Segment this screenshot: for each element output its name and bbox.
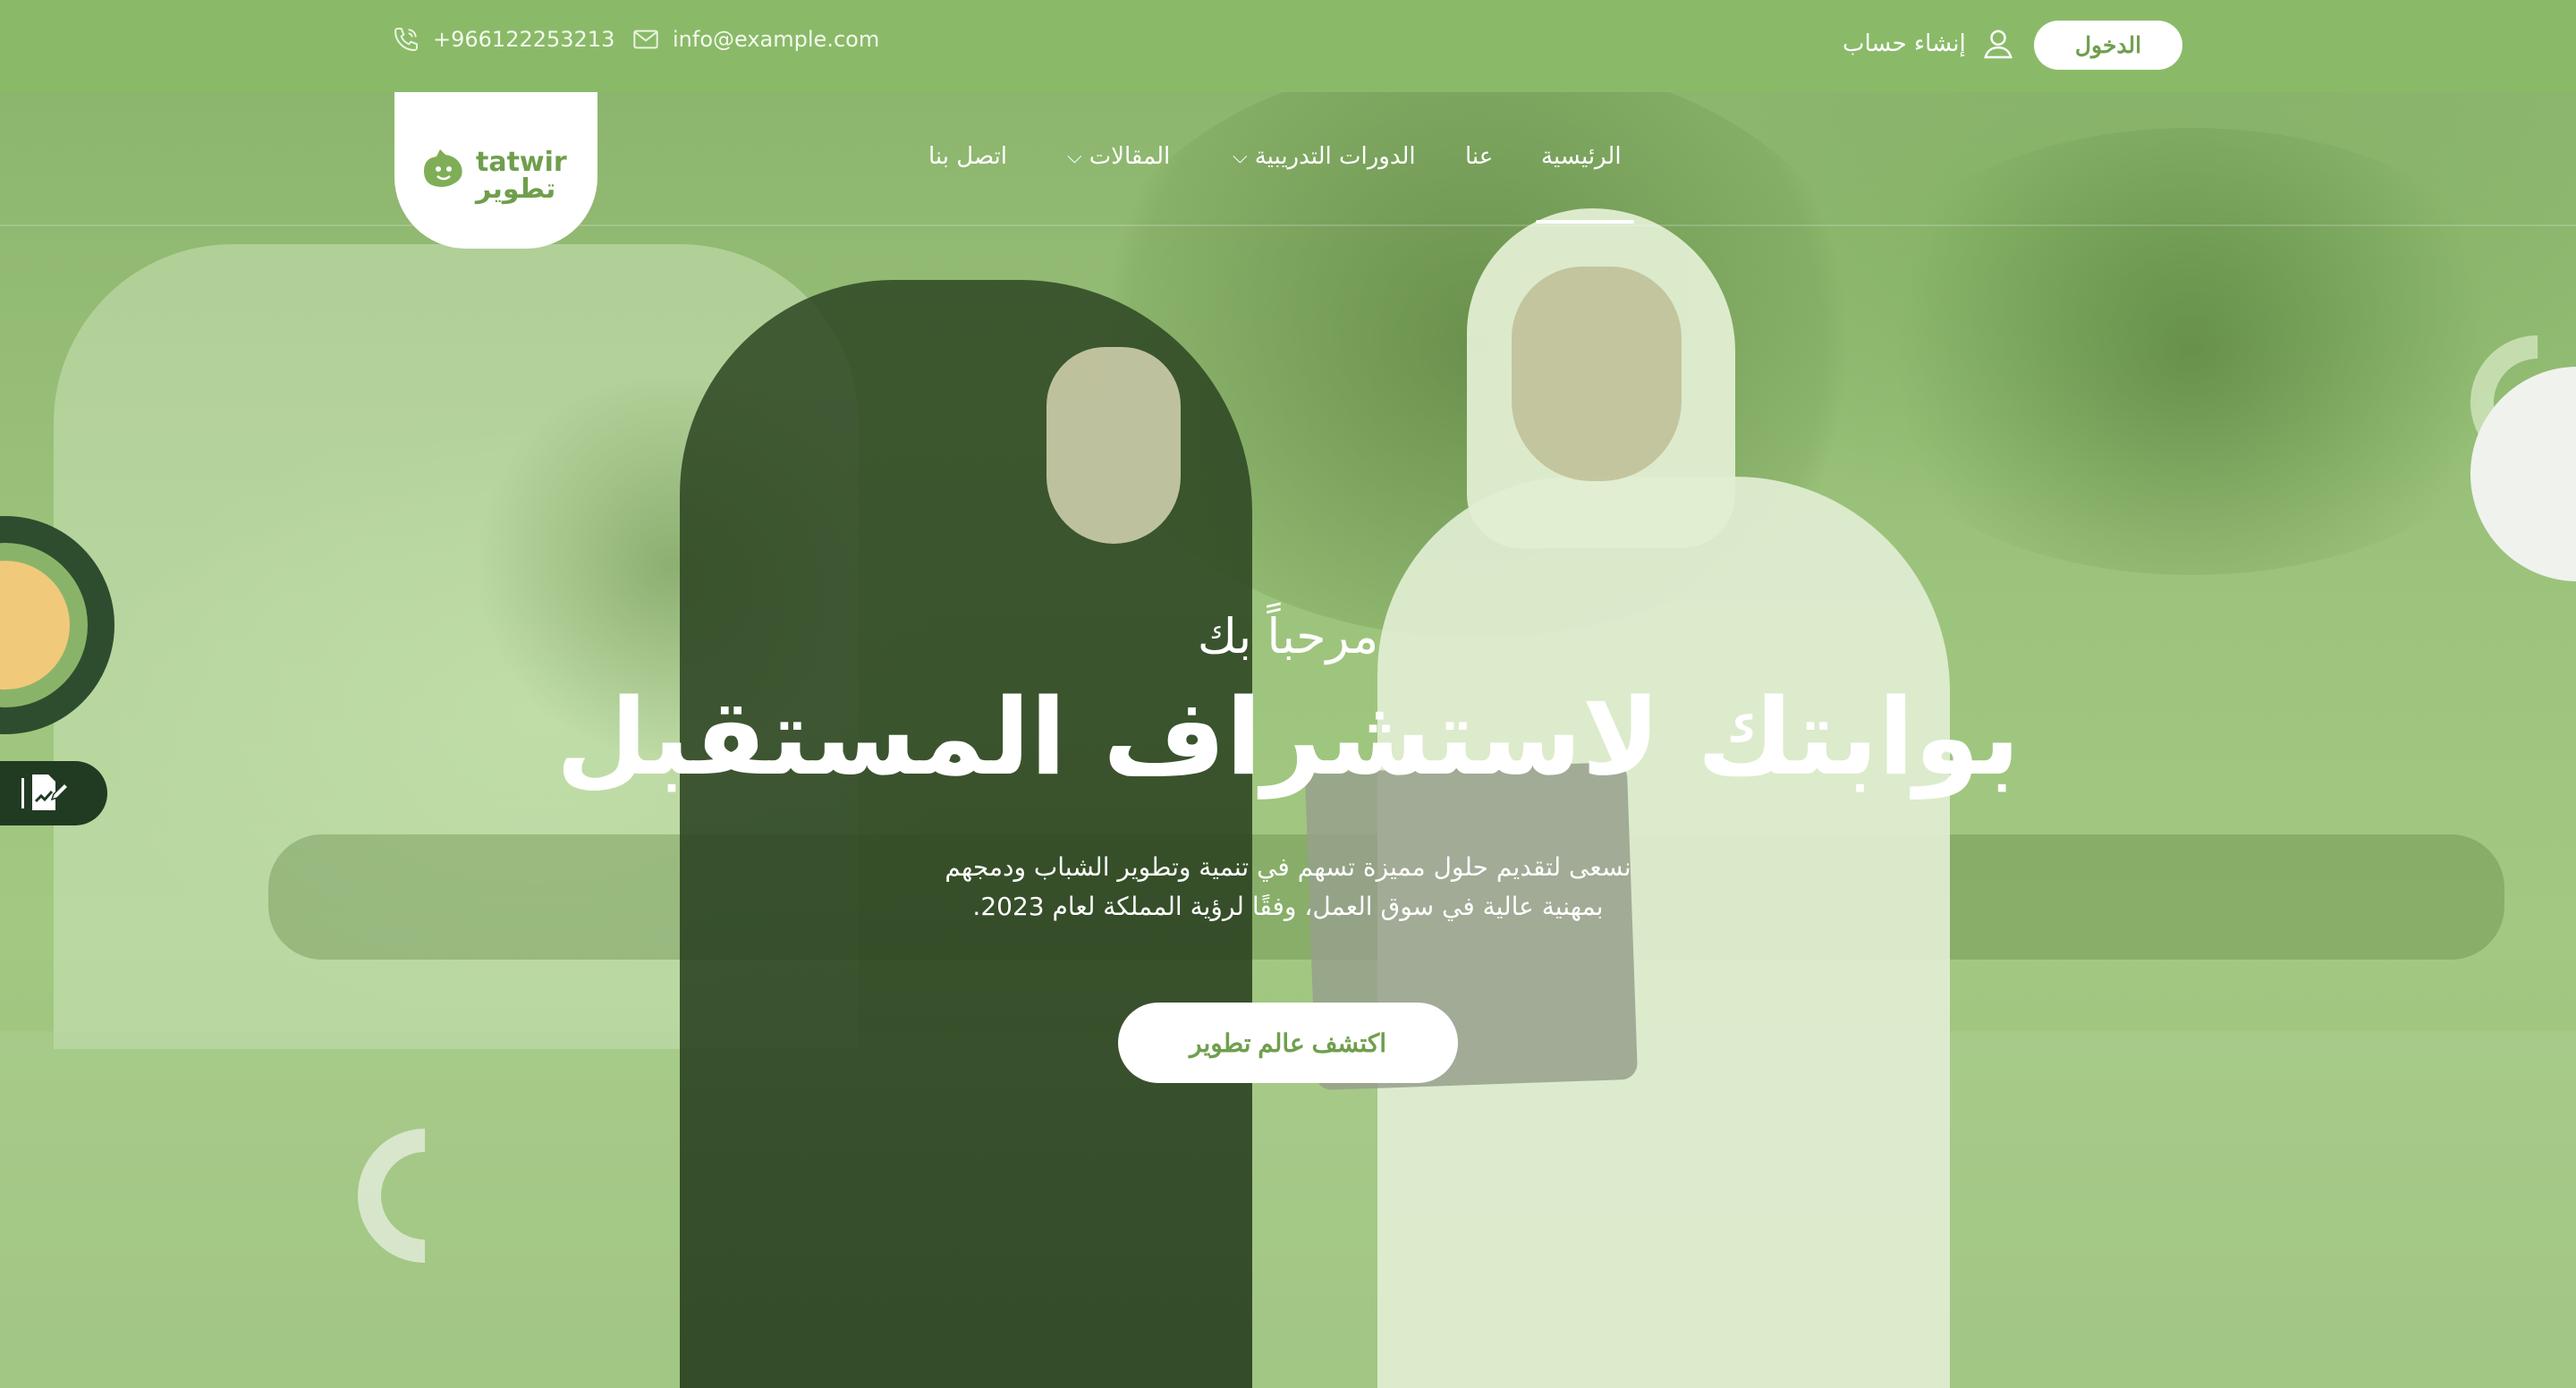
email-contact[interactable]: info@example.com [631,21,879,57]
nav-divider [0,224,2576,226]
hero-headline: بوابتك لاستشراف المستقبل [555,675,2021,799]
hero-description-line: نسعى لتقديم حلول مميزة تسهم في تنمية وتط… [945,852,1631,882]
nav-item-about[interactable]: عنا [1465,134,1493,179]
side-edit-tab[interactable] [0,761,107,825]
site-logo[interactable]: tatwir تطوير [394,92,597,249]
user-icon [1983,30,2012,59]
nav-item-label: اتصل بنا [928,143,1007,170]
nav-item-label: عنا [1465,143,1494,170]
email-address: info@example.com [673,27,880,52]
top-bar: +966122253213 info@example.com إنشاء حسا… [0,0,2576,92]
register-label: إنشاء حساب [1843,30,1966,57]
nav-item-label: الرئيسية [1541,143,1622,170]
nav-item-label: الدورات التدريبية [1254,143,1416,170]
nav-item-articles[interactable]: ⌵ المقالات [1067,134,1170,179]
phone-contact[interactable]: +966122253213 [392,21,614,57]
nav-item-courses[interactable]: ⌵ الدورات التدريبية [1233,134,1416,179]
edit-document-icon [21,774,70,810]
nav-item-home[interactable]: الرئيسية [1541,134,1622,179]
nav-active-indicator [1536,220,1634,224]
logo-arabic-text: تطوير [474,174,555,205]
login-button[interactable]: الدخول [2034,21,2182,70]
chevron-down-icon: ⌵ [1233,145,1248,168]
envelope-icon [633,30,658,49]
hero-welcome: مرحباً بك [1197,608,1379,664]
hero-description-line: بمهنية عالية في سوق العمل، وفقًا لرؤية ا… [972,892,1604,921]
chevron-down-icon: ⌵ [1067,145,1082,168]
background-tree [1834,128,2549,575]
register-link[interactable]: إنشاء حساب [1843,23,2016,64]
tatwir-logo-icon: tatwir تطوير [423,147,566,205]
hero-photo-man-face [1512,267,1682,481]
phone-number: +966122253213 [433,27,615,52]
phone-icon [394,28,418,52]
explore-button[interactable]: اكتشف عالم تطوير [1118,1003,1458,1083]
nav-item-contact[interactable]: اتصل بنا [928,134,1007,179]
hero-description: نسعى لتقديم حلول مميزة تسهم في تنمية وتط… [859,848,1717,927]
nav-item-label: المقالات [1089,143,1171,170]
hero-photo-woman-face [1046,347,1181,544]
